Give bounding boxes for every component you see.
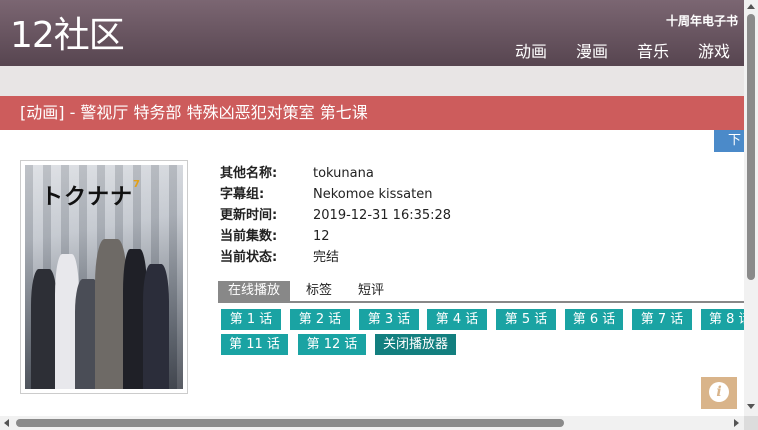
poster: トクナナ7 bbox=[20, 160, 188, 394]
episode-button[interactable]: 第 2 话 bbox=[290, 309, 350, 330]
info-value: 2019-12-31 16:35:28 bbox=[313, 208, 452, 223]
info-row-episodes: 当前集数: 12 bbox=[220, 226, 451, 247]
nav-item-games[interactable]: 游戏 bbox=[698, 38, 730, 62]
download-button[interactable]: 下 bbox=[714, 130, 744, 152]
episode-button[interactable]: 第 3 话 bbox=[359, 309, 419, 330]
page-title: [动画] - 警视厅 特务部 特殊凶恶犯对策室 第七课 bbox=[0, 96, 744, 130]
scroll-left-arrow-icon bbox=[4, 419, 9, 427]
scroll-up-arrow-icon bbox=[747, 4, 755, 9]
info-label: 更新时间: bbox=[220, 208, 278, 223]
horizontal-scrollbar[interactable] bbox=[0, 416, 744, 430]
poster-image: トクナナ7 bbox=[25, 165, 183, 389]
scroll-down-arrow-icon bbox=[747, 404, 755, 409]
site-logo[interactable]: 12社区 bbox=[10, 14, 125, 58]
poster-logo-badge: 7 bbox=[133, 179, 141, 190]
nav-item-manga[interactable]: 漫画 bbox=[576, 38, 608, 62]
scrollbar-corner bbox=[744, 416, 758, 430]
horizontal-scroll-thumb[interactable] bbox=[16, 419, 564, 427]
info-label: 其他名称: bbox=[220, 166, 278, 181]
poster-logo-text: トクナナ bbox=[41, 185, 134, 210]
tab-online-play[interactable]: 在线播放 bbox=[218, 281, 291, 301]
nav-item-anime[interactable]: 动画 bbox=[515, 38, 547, 62]
poster-figure bbox=[31, 269, 57, 389]
info-row-updated: 更新时间: 2019-12-31 16:35:28 bbox=[220, 205, 451, 226]
episode-button[interactable]: 第 7 话 bbox=[632, 309, 692, 330]
subheader-bar bbox=[0, 66, 744, 96]
episode-button[interactable]: 第 1 话 bbox=[221, 309, 281, 330]
poster-figure bbox=[143, 264, 169, 389]
info-icon: i bbox=[709, 382, 729, 402]
info-label: 字幕组: bbox=[220, 187, 265, 202]
episode-button[interactable]: 第 5 话 bbox=[496, 309, 556, 330]
episode-button[interactable]: 第 12 话 bbox=[298, 334, 366, 355]
site-header: 12社区 十周年电子书 动画 漫画 音乐 游戏 bbox=[0, 0, 744, 66]
info-row-subgroup: 字幕组: Nekomoe kissaten bbox=[220, 184, 451, 205]
episode-button[interactable]: 第 11 话 bbox=[221, 334, 288, 355]
info-value: 12 bbox=[313, 229, 330, 244]
tab-bar: 在线播放 标签 短评 bbox=[218, 281, 744, 303]
info-row-status: 当前状态: 完结 bbox=[220, 247, 451, 268]
episode-button[interactable]: 第 4 话 bbox=[427, 309, 487, 330]
info-label: 当前集数: bbox=[220, 229, 278, 244]
info-value: tokunana bbox=[313, 166, 374, 181]
episode-button[interactable]: 第 8 话 bbox=[701, 309, 744, 330]
poster-logo: トクナナ7 bbox=[41, 179, 141, 211]
info-label: 当前状态: bbox=[220, 250, 278, 265]
info-value: Nekomoe kissaten bbox=[313, 187, 433, 202]
close-player-button[interactable]: 关闭播放器 bbox=[375, 334, 456, 355]
tab-reviews[interactable]: 短评 bbox=[348, 281, 394, 301]
episode-button[interactable]: 第 6 话 bbox=[565, 309, 623, 330]
ebook-link[interactable]: 十周年电子书 bbox=[666, 12, 738, 29]
vertical-scrollbar[interactable] bbox=[744, 0, 758, 416]
nav-item-music[interactable]: 音乐 bbox=[637, 38, 669, 62]
scroll-right-arrow-icon bbox=[734, 419, 739, 427]
info-button[interactable]: i bbox=[701, 377, 737, 409]
tab-tags[interactable]: 标签 bbox=[296, 281, 342, 301]
info-value: 完结 bbox=[313, 250, 340, 265]
vertical-scroll-thumb[interactable] bbox=[747, 14, 755, 280]
main-nav: 动画 漫画 音乐 游戏 bbox=[486, 38, 730, 62]
info-row-alias: 其他名称: tokunana bbox=[220, 163, 451, 184]
info-panel: 其他名称: tokunana 字幕组: Nekomoe kissaten 更新时… bbox=[220, 163, 451, 268]
